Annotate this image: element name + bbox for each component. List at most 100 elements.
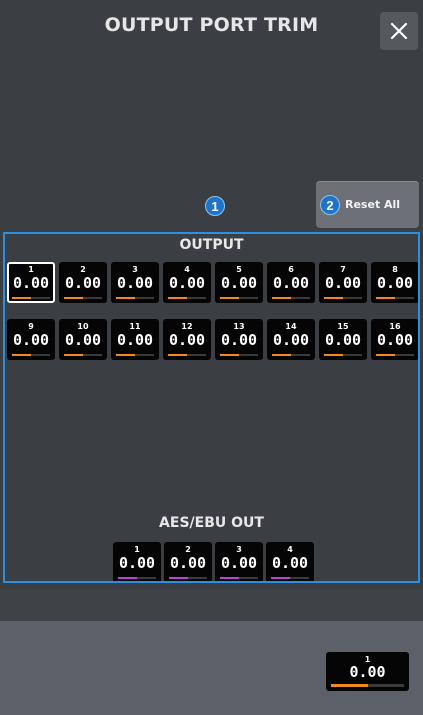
trim-knob[interactable]: 16 0.00 [371, 319, 418, 360]
page-title: OUTPUT PORT TRIM [104, 14, 319, 36]
channel-number: 9 [28, 322, 34, 331]
level-meter-fill [169, 577, 188, 579]
close-icon [390, 22, 408, 40]
trim-value: 0.00 [12, 331, 50, 349]
trim-value: 0.00 [220, 331, 258, 349]
output-port-panel: OUTPUT 1 0.00 2 0.00 3 0.00 4 0.00 5 0.00 6 0.00 7 0.… [3, 232, 420, 583]
level-meter [118, 577, 156, 579]
trim-knob[interactable]: 9 0.00 [7, 319, 55, 360]
channel-number: 8 [392, 265, 398, 274]
level-meter [168, 354, 206, 356]
channel-number: 15 [337, 322, 349, 331]
trim-knob[interactable]: 2 0.00 [164, 542, 212, 581]
channel-number: 2 [185, 545, 191, 554]
trim-value: 0.00 [12, 274, 50, 292]
divider-strip [0, 589, 423, 621]
output-section-label: OUTPUT [179, 237, 244, 253]
trim-knob[interactable]: 1 0.00 [7, 262, 55, 303]
level-meter [376, 297, 414, 299]
trim-knob[interactable]: 3 0.00 [111, 262, 159, 303]
channel-number: 3 [236, 545, 242, 554]
level-meter [169, 577, 207, 579]
level-meter [376, 354, 414, 356]
trim-knob[interactable]: 14 0.00 [267, 319, 315, 360]
level-meter-fill [220, 577, 239, 579]
level-meter-fill [116, 297, 135, 299]
trim-knob[interactable]: 8 0.00 [371, 262, 418, 303]
selected-channel-knob[interactable]: 1 0.00 [326, 652, 409, 691]
trim-value: 0.00 [349, 663, 386, 681]
reset-all-button[interactable]: 2 Reset All [316, 181, 419, 228]
level-meter [64, 354, 102, 356]
close-button[interactable] [380, 12, 418, 50]
level-meter-fill [12, 297, 31, 299]
trim-knob[interactable]: 3 0.00 [215, 542, 263, 581]
level-meter [272, 354, 310, 356]
channel-number: 3 [132, 265, 138, 274]
level-meter-fill [324, 354, 343, 356]
trim-knob[interactable]: 11 0.00 [111, 319, 159, 360]
trim-value: 0.00 [324, 274, 362, 292]
level-meter-fill [64, 354, 83, 356]
aes-ebu-section-label: AES/EBU OUT [159, 515, 264, 531]
trim-value: 0.00 [220, 274, 258, 292]
level-meter [324, 297, 362, 299]
level-meter [12, 297, 50, 299]
channel-number: 5 [236, 265, 242, 274]
trim-knob[interactable]: 15 0.00 [319, 319, 367, 360]
trim-value: 0.00 [272, 331, 310, 349]
channel-number: 14 [285, 322, 297, 331]
level-meter [12, 354, 50, 356]
level-meter [220, 354, 258, 356]
level-meter [272, 297, 310, 299]
level-meter [324, 354, 362, 356]
trim-knob[interactable]: 4 0.00 [163, 262, 211, 303]
level-meter-fill [324, 297, 343, 299]
trim-value: 0.00 [324, 331, 362, 349]
trim-knob[interactable]: 1 0.00 [113, 542, 161, 581]
level-meter-fill [272, 297, 291, 299]
level-meter-fill [220, 354, 239, 356]
trim-knob[interactable]: 10 0.00 [59, 319, 107, 360]
level-meter [220, 577, 258, 579]
level-meter-fill [271, 577, 290, 579]
level-meter-fill [64, 297, 83, 299]
trim-value: 0.00 [376, 274, 414, 292]
level-meter-fill [168, 297, 187, 299]
trim-value: 0.00 [168, 331, 206, 349]
trim-value: 0.00 [169, 554, 207, 572]
level-meter-fill [12, 354, 31, 356]
trim-value: 0.00 [116, 274, 154, 292]
trim-knob[interactable]: 4 0.00 [266, 542, 314, 581]
reset-all-label: Reset All [345, 198, 401, 211]
level-meter-fill [331, 684, 368, 687]
trim-value: 0.00 [220, 554, 258, 572]
channel-number: 1 [134, 545, 140, 554]
callout-badge-2: 2 [320, 195, 340, 215]
trim-value: 0.00 [271, 554, 309, 572]
trim-value: 0.00 [64, 274, 102, 292]
channel-number: 7 [340, 265, 346, 274]
trim-knob[interactable]: 6 0.00 [267, 262, 315, 303]
trim-knob[interactable]: 5 0.00 [215, 262, 263, 303]
channel-number: 11 [129, 322, 141, 331]
level-meter [168, 297, 206, 299]
level-meter-fill [168, 354, 187, 356]
level-meter-fill [272, 354, 291, 356]
channel-number: 4 [184, 265, 190, 274]
level-meter [220, 297, 258, 299]
level-meter [331, 684, 404, 687]
trim-knob[interactable]: 2 0.00 [59, 262, 107, 303]
level-meter [64, 297, 102, 299]
trim-value: 0.00 [376, 331, 414, 349]
trim-knob[interactable]: 12 0.00 [163, 319, 211, 360]
channel-number: 16 [389, 322, 401, 331]
trim-value: 0.00 [64, 331, 102, 349]
level-meter-fill [118, 577, 137, 579]
trim-knob[interactable]: 13 0.00 [215, 319, 263, 360]
level-meter [116, 354, 154, 356]
channel-number: 4 [287, 545, 293, 554]
level-meter-fill [220, 297, 239, 299]
trim-knob[interactable]: 7 0.00 [319, 262, 367, 303]
level-meter-fill [376, 297, 395, 299]
